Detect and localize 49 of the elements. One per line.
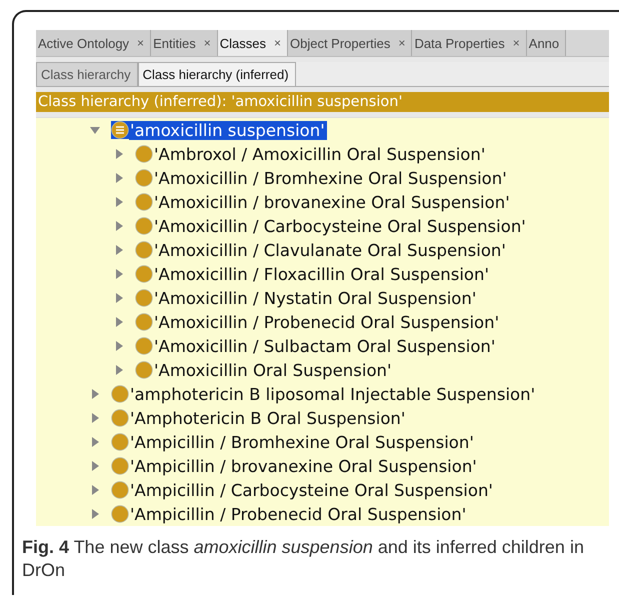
tree-item[interactable]: 'Amoxicillin / Floxacillin Oral Suspension' <box>153 264 491 284</box>
tree-item[interactable]: 'Amoxicillin / Carbocysteine Oral Suspension' <box>153 216 528 236</box>
expand-arrow-icon[interactable] <box>90 437 100 447</box>
tab[interactable]: Object Properties × <box>288 30 412 56</box>
tab[interactable]: Classes × <box>218 30 288 56</box>
expand-arrow-icon[interactable] <box>114 317 124 327</box>
tree-item[interactable]: 'Amoxicillin / Clavulanate Oral Suspension' <box>153 240 508 260</box>
expand-arrow-icon[interactable] <box>114 245 124 255</box>
expand-arrow-icon[interactable] <box>114 293 124 303</box>
close-icon[interactable]: × <box>137 36 144 50</box>
tree-item[interactable]: 'Ampicillin / brovanexine Oral Suspension' <box>129 456 479 476</box>
tree-item[interactable]: 'Amoxicillin / Nystatin Oral Suspension' <box>153 288 478 308</box>
tree-item[interactable]: 'Amoxicillin / Bromhexine Oral Suspension' <box>153 168 509 188</box>
expand-arrow-icon[interactable] <box>90 389 100 399</box>
collapse-arrow-icon[interactable] <box>90 125 100 135</box>
tree-item[interactable]: 'Ampicillin / Bromhexine Oral Suspension' <box>129 432 476 452</box>
figure-caption: Fig. 4 The new class amoxicillin suspension and its inferred children in DrOn <box>22 536 585 582</box>
view-title: Class hierarchy (inferred): 'amoxicillin suspension' <box>36 92 609 112</box>
close-icon[interactable]: × <box>512 36 520 50</box>
tab[interactable]: Entities × <box>151 30 218 56</box>
tree-item[interactable]: 'Ambroxol / Amoxicillin Oral Suspension' <box>153 144 488 164</box>
close-icon[interactable]: × <box>274 36 281 50</box>
expand-arrow-icon[interactable] <box>114 221 124 231</box>
tree-item[interactable]: 'Amphotericin B Oral Suspension' <box>129 408 408 428</box>
tab[interactable]: Class hierarchy (inferred) <box>138 62 296 86</box>
tree-item[interactable]: 'amphotericin B liposomal Injectable Suspension' <box>129 384 538 404</box>
expand-arrow-icon[interactable] <box>114 149 124 159</box>
tab[interactable]: Data Properties × <box>412 30 527 56</box>
tree-item[interactable]: 'amoxicillin suspension' <box>129 120 327 140</box>
expand-arrow-icon[interactable] <box>90 413 100 423</box>
close-icon[interactable]: × <box>204 36 211 50</box>
tab[interactable]: Anno <box>526 30 566 56</box>
tree-item[interactable]: 'Amoxicillin / Probenecid Oral Suspension' <box>153 312 502 332</box>
tree-item[interactable]: 'Amoxicillin / brovanexine Oral Suspension' <box>153 192 512 212</box>
expand-arrow-icon[interactable] <box>90 485 100 495</box>
expand-arrow-icon[interactable] <box>90 509 100 519</box>
expand-arrow-icon[interactable] <box>114 341 124 351</box>
tab[interactable]: Active Ontology × <box>36 30 152 56</box>
expand-arrow-icon[interactable] <box>114 173 124 183</box>
expand-arrow-icon[interactable] <box>114 365 124 375</box>
close-icon[interactable]: × <box>398 36 406 50</box>
tree-item[interactable]: 'Ampicillin / Probenecid Oral Suspension' <box>129 504 468 524</box>
tree-item[interactable]: 'Amoxicillin Oral Suspension' <box>153 360 394 380</box>
tree-item[interactable]: 'Ampicillin / Carbocysteine Oral Suspension' <box>129 480 495 500</box>
expand-arrow-icon[interactable] <box>114 269 124 279</box>
tree-item[interactable]: 'Amoxicillin / Sulbactam Oral Suspension' <box>153 336 498 356</box>
expand-arrow-icon[interactable] <box>90 461 100 471</box>
expand-arrow-icon[interactable] <box>114 197 124 207</box>
tab[interactable]: Class hierarchy <box>36 62 138 86</box>
